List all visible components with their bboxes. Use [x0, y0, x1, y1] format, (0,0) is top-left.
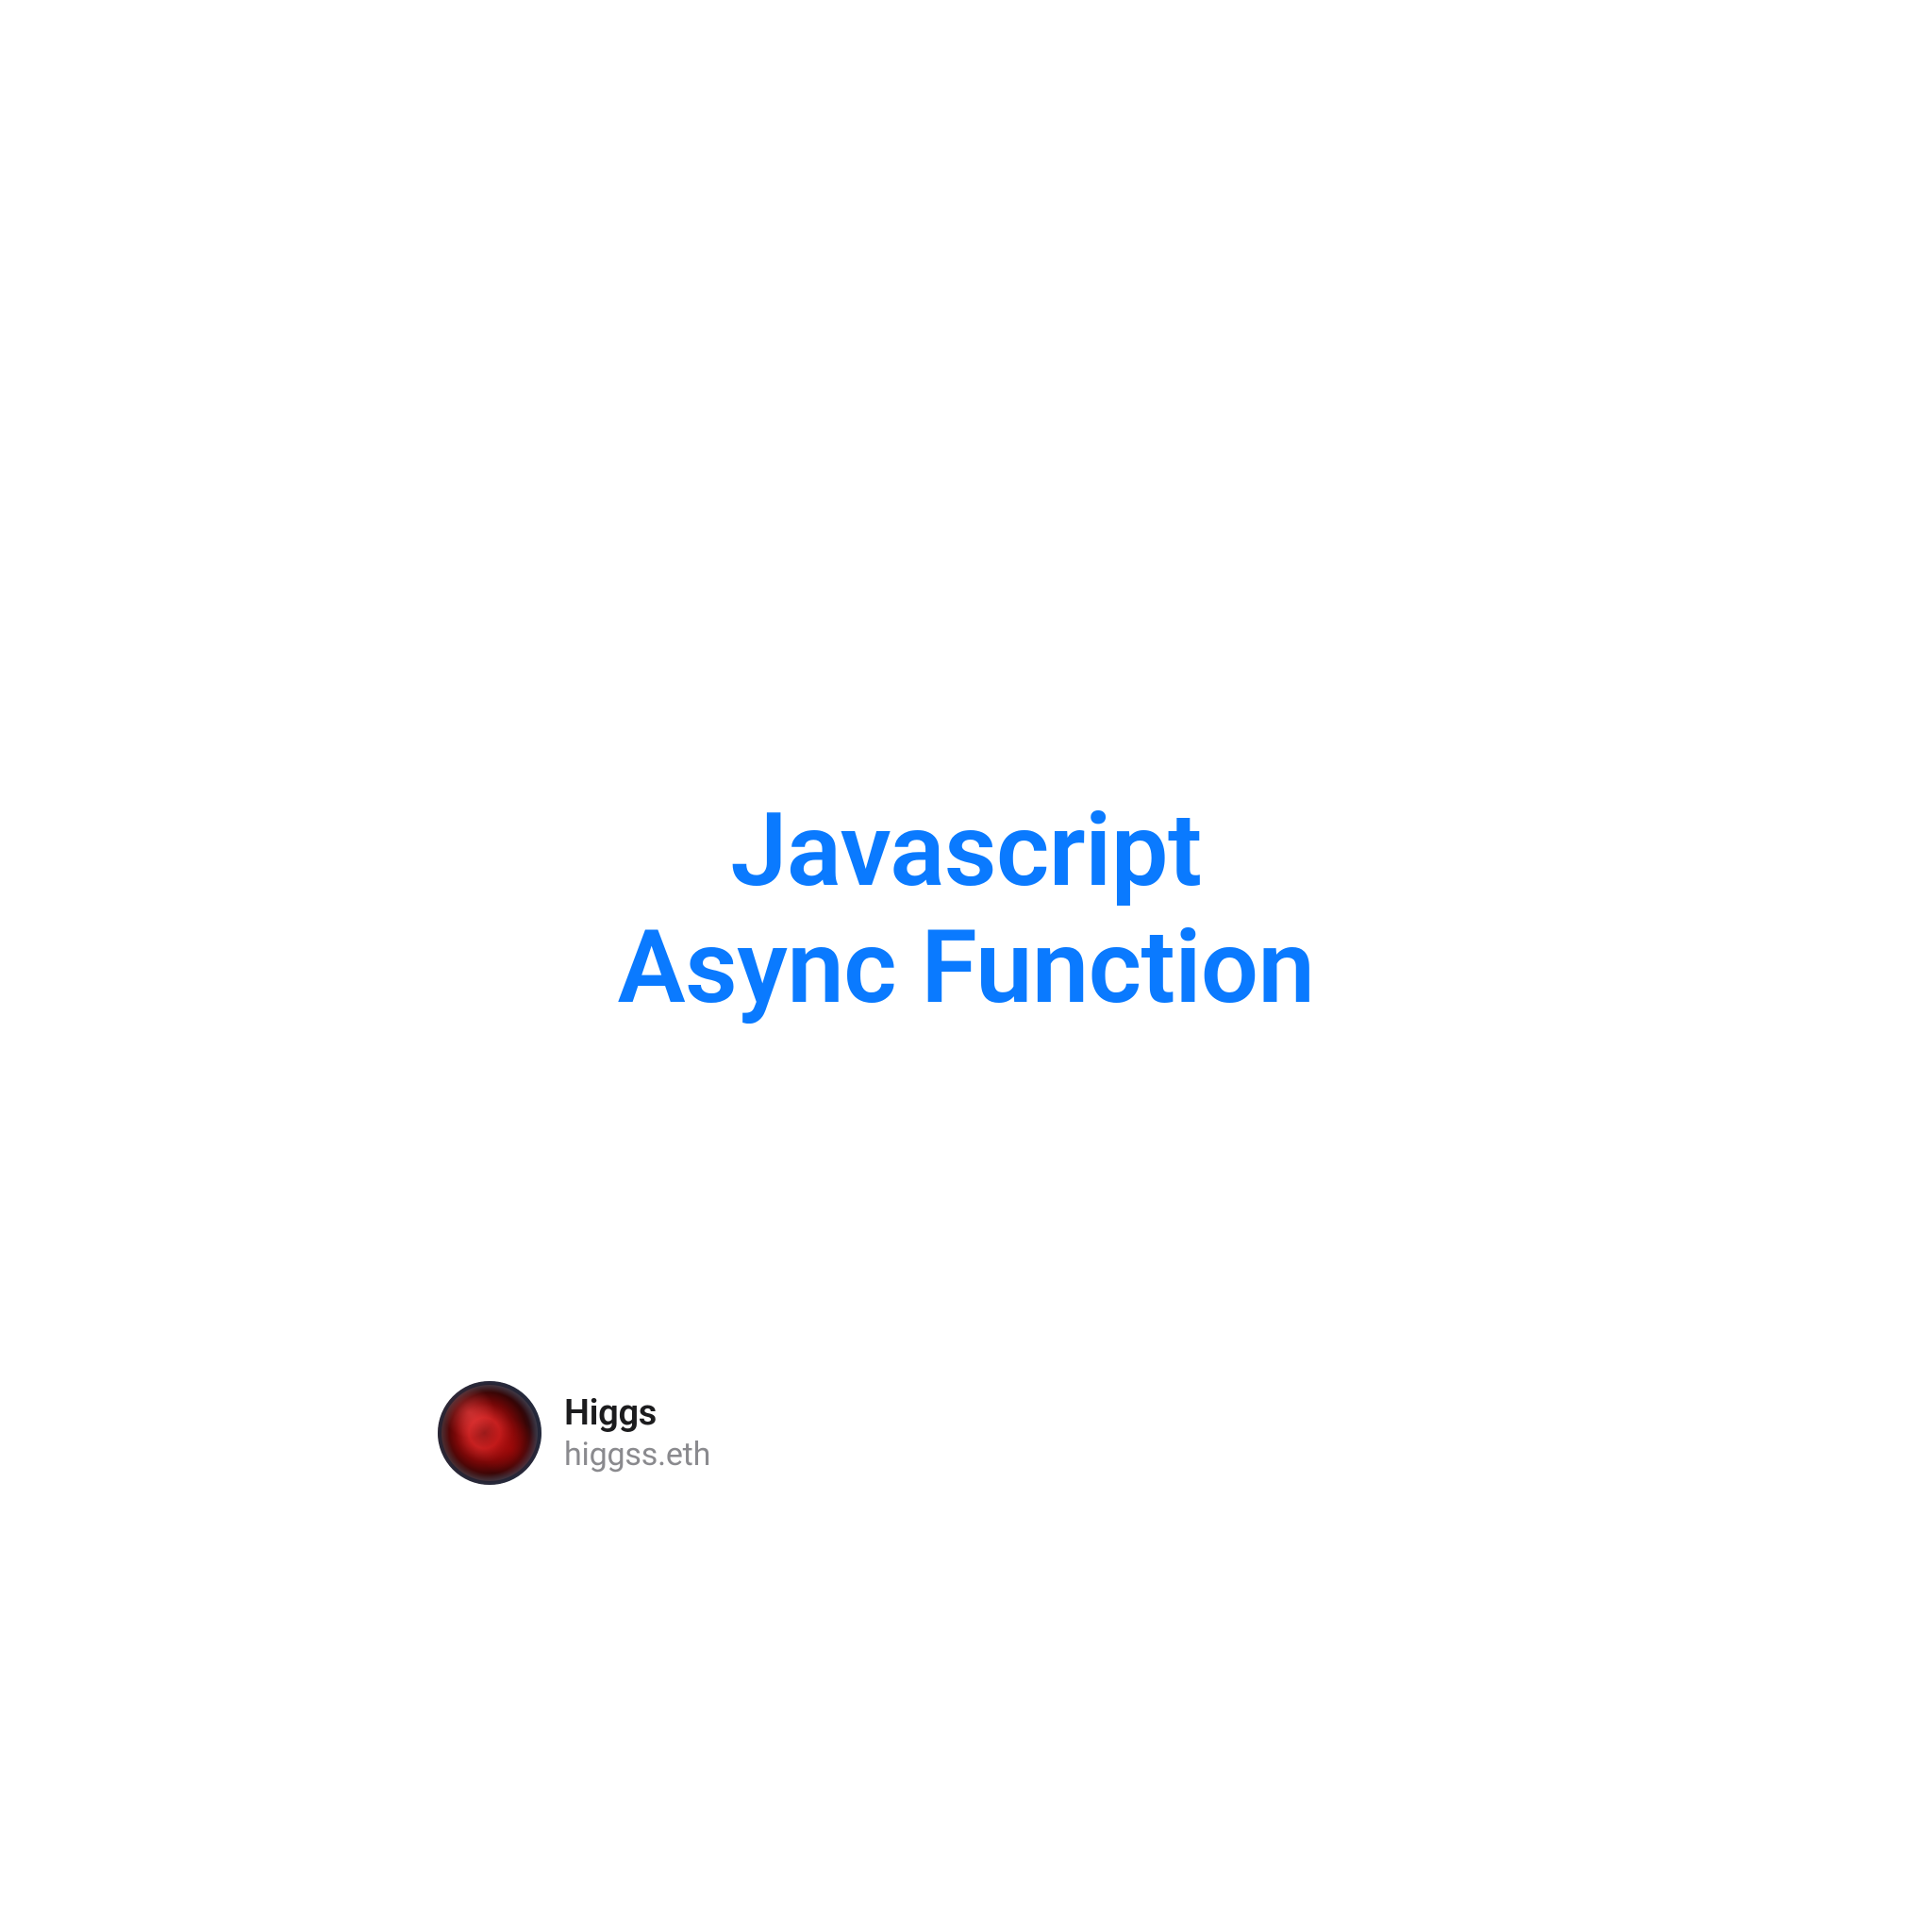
author-handle: higgss.eth	[564, 1436, 710, 1474]
content-card: Javascript Async Function Higgs higgss.e…	[362, 362, 1570, 1570]
title-line-1: Javascript	[730, 791, 1202, 910]
author-text: Higgs higgss.eth	[564, 1392, 710, 1474]
page-title: Javascript Async Function	[618, 792, 1315, 1026]
author-row[interactable]: Higgs higgss.eth	[438, 1381, 1494, 1494]
title-area: Javascript Async Function	[438, 438, 1494, 1381]
avatar[interactable]	[438, 1381, 541, 1485]
author-name: Higgs	[564, 1392, 710, 1434]
title-line-2: Async Function	[618, 908, 1315, 1027]
